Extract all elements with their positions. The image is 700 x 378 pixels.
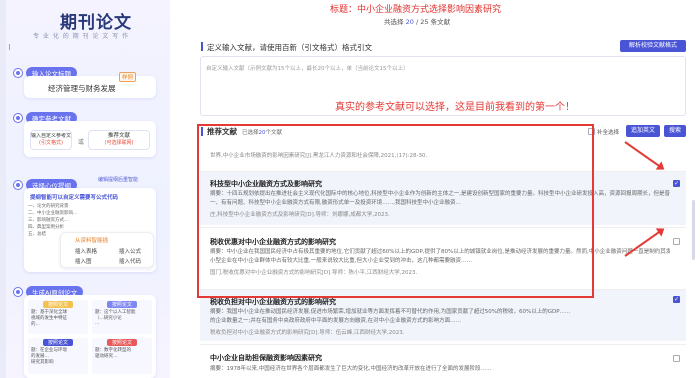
selection-count-separator: / (415, 18, 419, 26)
sample-paper-card-line: 研究其影响 (31, 360, 54, 365)
main-panel: 标题：中小企业融资方式选择影响因素研究 共选择 20 / 25 条文献 定义输入… (170, 0, 700, 378)
insert-code-option[interactable]: 插入代码 (119, 257, 141, 265)
outline-row[interactable]: 一、论文的研究背景 (28, 203, 98, 209)
custom-references-placeholder: 自定义输入文献（示例文献为15个以上，最长20个以上，单（当前论文15个以上） (206, 66, 409, 72)
sidebar-rail (0, 0, 6, 378)
outline-hint: 提纲智能可以自定义需要写公式代码 (30, 195, 119, 201)
step3-dot (14, 181, 22, 189)
selection-count: 共选择 20 / 25 条文献 (384, 16, 450, 26)
outline-row[interactable]: 二、中小企业融资影响... (28, 210, 98, 216)
reference-title: 中小企业自助担保融资影响因素研究 (210, 354, 322, 362)
vertical-scrollbar[interactable] (692, 200, 695, 260)
reference-abstract: 摘要：我国中小企业在推动国民经济发展,促进市场繁荣,增加就业等方面发挥着不可替代… (210, 309, 571, 315)
selection-count-total: 25 (420, 18, 429, 26)
sidebar: 期刊论文 专 业 化 的 期 刊 论 文 写 作 输入论文标题 样例 经济管理与… (0, 0, 170, 378)
custom-references-label: 定义输入文献，请使用百新（引文格式）格式引文 (207, 43, 372, 52)
custom-reference-option-sub: (引文格式) (39, 139, 63, 146)
selection-count-value: 20 (405, 18, 414, 26)
sample-paper-card[interactable]: 按照论文 题：在企业与环境 的发展... 研究其影响 (28, 338, 88, 374)
reference-checkbox[interactable]: ✓ (673, 180, 680, 187)
page-title: 标题：中小企业融资方式选择影响因素研究 (330, 2, 501, 15)
sample-paper-card[interactable]: 按照论文 题：这个以人工智能 （...研究小论 ... (92, 300, 152, 334)
step4-dot (14, 288, 22, 296)
sample-paper-card-tag: 按照论文 (107, 339, 137, 346)
sidebar-slogan: 专 业 化 的 期 刊 论 文 写 作 (33, 33, 130, 40)
search-button[interactable]: 搜索 (664, 125, 686, 137)
page-title-text: 中小企业融资方式选择影响因素研究 (357, 5, 502, 15)
reference-checkbox[interactable]: ✓ (673, 296, 680, 303)
step1-title-value: 经济管理与财务发展 (48, 84, 116, 93)
insert-image-option[interactable]: 插入图 (75, 257, 92, 265)
custom-reference-option[interactable]: 输入自定义参考文献 (引文格式) (30, 130, 72, 150)
section-marker (201, 42, 203, 51)
collapse-icon[interactable] (9, 44, 12, 50)
reference-checkbox[interactable] (673, 355, 680, 362)
sidebar-logo: 期刊论文 (60, 13, 132, 33)
recommended-reference-option[interactable]: 推荐文献 (可选择联网) (88, 130, 150, 150)
reference-checkbox[interactable] (673, 238, 680, 245)
outline-row[interactable]: 三、影响融资方式... (28, 217, 98, 223)
reference-abstract: 的企业数量之一;并在有国务中央政府政府中平面的发展方向融资,在对中小企业融资方式… (210, 318, 462, 324)
step1-sample-tag[interactable]: 样例 (119, 72, 137, 82)
insert-table-option[interactable]: 插入表格 (75, 247, 97, 255)
sample-paper-card[interactable]: 按照论文 题：数字化转型的 驱动研究... (92, 338, 152, 374)
validate-format-button[interactable]: 解析校验文献格式 (620, 40, 686, 52)
reference-title: 税收负担对中小企业融资方式的影响研究 (210, 298, 336, 306)
sample-paper-card-line: 的... (31, 322, 40, 327)
complete-select-label: 补全选择 (597, 130, 620, 136)
reference-item[interactable]: 中小企业自助担保融资影响因素研究 摘要：1978年以来,中国经济在世界各个层面都… (200, 344, 686, 378)
annotation-overlay: 真实的参考文献可以选择，这是目前我看到的第一个！ (335, 98, 575, 113)
step3-note: 编辑提纲后重智能 (98, 177, 139, 183)
annotation-highlight-box (197, 124, 594, 298)
outline-row[interactable]: 四、典型案例分析 (28, 224, 98, 230)
sample-paper-card[interactable]: 按照论文 题：基于深化全球 视域的发生中特征 的... (28, 300, 88, 334)
selection-count-unit: 条文献 (430, 18, 451, 26)
step1-dot (14, 69, 22, 77)
reference-source: 税收负担对中小企业融资方式的影响研究[D].导师：伍云峰,江西财经大学,2023… (210, 330, 405, 336)
recommended-reference-option-sub: (可选择联网) (104, 140, 134, 147)
sample-paper-card-tag: 按照论文 (43, 339, 73, 346)
page-title-prefix: 标题： (330, 5, 358, 15)
custom-reference-option-label: 输入自定义参考文献 (31, 133, 71, 139)
sample-paper-card-tag: 按照论文 (107, 301, 137, 308)
reference-abstract: 摘要：1978年以来,中国经济在世界各个层面都发生了巨大的变化,中国经济的改革开… (210, 366, 492, 372)
sample-paper-card-line: ... (95, 321, 100, 326)
step2-or: 或 (78, 139, 85, 146)
sample-paper-card-line: 驱动研究... (95, 354, 118, 359)
insert-formula-option[interactable]: 插入公式 (119, 247, 141, 255)
insert-panel: 从资料智能插 插入表格 插入公式 插入图 插入代码 (60, 232, 154, 268)
step2-dot (14, 114, 22, 122)
sample-paper-card-tag: 按照论文 (43, 301, 73, 308)
selection-count-label: 共选择 (384, 18, 404, 26)
append-english-button[interactable]: 追加英文 (626, 125, 660, 137)
insert-panel-title: 从资料智能插 (75, 238, 109, 244)
header: 标题：中小企业融资方式选择影响因素研究 共选择 20 / 25 条文献 (170, 0, 700, 36)
